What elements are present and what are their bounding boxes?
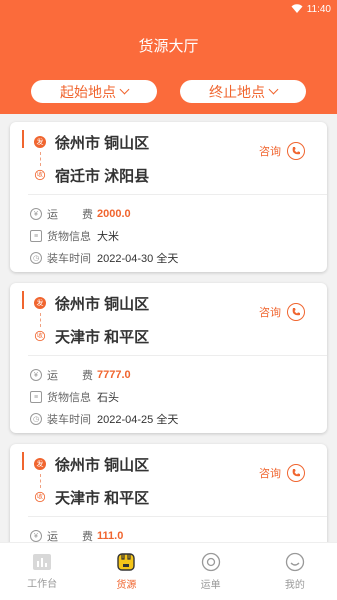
- tab-cargo[interactable]: 货源: [84, 543, 168, 600]
- profile-icon: [285, 552, 305, 572]
- filter-bar: 起始地点 终止地点: [0, 80, 337, 103]
- route: 发 徐州市 铜山区 收 天津市 和平区: [34, 293, 149, 346]
- card-info: ¥ 运费 7777.0 ≡ 货物信息 石头 ◷ 装车时间 2022-04-25 …: [30, 364, 178, 430]
- consult-button[interactable]: 咨询: [259, 142, 305, 160]
- fee-label: 运费: [47, 370, 93, 382]
- tab-profile[interactable]: 我的: [253, 543, 337, 600]
- destination-filter-button[interactable]: 终止地点: [180, 80, 306, 103]
- fee-row: ¥ 运费 7777.0: [30, 364, 178, 386]
- destination-place: 宿迁市 沭阳县: [55, 167, 150, 185]
- origin-filter-button[interactable]: 起始地点: [31, 80, 157, 103]
- route: 发 徐州市 铜山区 收 宿迁市 沭阳县: [34, 132, 149, 185]
- origin-badge: 发: [34, 458, 46, 470]
- yuan-icon: ¥: [30, 208, 42, 220]
- cargo-card[interactable]: 发 徐州市 铜山区 收 天津市 和平区 咨询 ¥ 运费 7777.0 ≡ 货物信…: [10, 283, 327, 433]
- origin-place: 徐州市 铜山区: [55, 295, 150, 313]
- card-divider: [28, 355, 327, 356]
- destination-badge: 收: [34, 169, 46, 181]
- document-icon: ≡: [30, 391, 42, 403]
- destination-place: 天津市 和平区: [55, 328, 150, 346]
- fee-label: 运费: [47, 209, 93, 221]
- destination-filter-label: 终止地点: [209, 83, 265, 100]
- chevron-down-icon: [119, 84, 130, 95]
- consult-label: 咨询: [259, 468, 281, 480]
- cargo-icon: [117, 553, 136, 571]
- destination-badge: 收: [34, 491, 46, 503]
- card-info: ¥ 运费 2000.0 ≡ 货物信息 大米 ◷ 装车时间 2022-04-30 …: [30, 203, 178, 269]
- phone-icon: [287, 464, 305, 482]
- page-title: 货源大厅: [138, 38, 199, 55]
- card-accent-bar: [22, 452, 24, 470]
- consult-button[interactable]: 咨询: [259, 303, 305, 321]
- goods-row: ≡ 货物信息 石头: [30, 386, 178, 408]
- yuan-icon: ¥: [30, 530, 42, 542]
- waybill-icon: [201, 552, 220, 572]
- origin-place: 徐州市 铜山区: [55, 456, 150, 474]
- time-value: 2022-04-25 全天: [97, 414, 179, 426]
- goods-row: ≡ 货物信息 大米: [30, 225, 178, 247]
- fee-value: 111.0: [97, 530, 124, 542]
- card-accent-bar: [22, 130, 24, 148]
- destination-stop: 收 宿迁市 沭阳县: [34, 165, 149, 185]
- tab-waybill[interactable]: 运单: [169, 543, 253, 600]
- tab-workbench[interactable]: 工作台: [0, 543, 84, 600]
- origin-stop: 发 徐州市 铜山区: [34, 454, 149, 474]
- origin-badge: 发: [34, 136, 46, 148]
- time-label: 装车时间: [47, 414, 91, 426]
- goods-value: 大米: [97, 231, 119, 243]
- route: 发 徐州市 铜山区 收 天津市 和平区: [34, 454, 149, 507]
- origin-filter-label: 起始地点: [60, 83, 116, 100]
- clock-icon: ◷: [30, 413, 42, 425]
- cargo-card[interactable]: 发 徐州市 铜山区 收 宿迁市 沭阳县 咨询 ¥ 运费 2000.0 ≡ 货物信…: [10, 122, 327, 272]
- header: 货源大厅 起始地点 终止地点: [0, 18, 337, 114]
- card-divider: [28, 194, 327, 195]
- cargo-list: 发 徐州市 铜山区 收 宿迁市 沭阳县 咨询 ¥ 运费 2000.0 ≡ 货物信…: [10, 122, 327, 600]
- consult-label: 咨询: [259, 307, 281, 319]
- document-icon: ≡: [30, 230, 42, 242]
- destination-badge: 收: [34, 330, 46, 342]
- consult-button[interactable]: 咨询: [259, 464, 305, 482]
- origin-stop: 发 徐州市 铜山区: [34, 293, 149, 313]
- time-value: 2022-04-30 全天: [97, 253, 179, 265]
- destination-stop: 收 天津市 和平区: [34, 326, 149, 346]
- fee-value: 7777.0: [97, 369, 131, 381]
- phone-icon: [287, 142, 305, 160]
- tab-profile-label: 我的: [284, 580, 305, 591]
- route-connector: [39, 152, 41, 166]
- consult-label: 咨询: [259, 146, 281, 158]
- time-label: 装车时间: [47, 253, 91, 265]
- fee-value: 2000.0: [97, 208, 131, 220]
- status-time: 11:40: [306, 3, 331, 15]
- tab-waybill-label: 运单: [200, 580, 221, 591]
- fee-row: ¥ 运费 2000.0: [30, 203, 178, 225]
- origin-stop: 发 徐州市 铜山区: [34, 132, 149, 152]
- phone-icon: [287, 303, 305, 321]
- route-connector: [39, 313, 41, 327]
- status-bar: 11:40: [0, 0, 337, 18]
- goods-label: 货物信息: [47, 231, 91, 243]
- card-accent-bar: [22, 291, 24, 309]
- card-divider: [28, 516, 327, 517]
- origin-place: 徐州市 铜山区: [55, 134, 150, 152]
- tab-cargo-label: 货源: [116, 580, 137, 591]
- route-connector: [39, 474, 41, 488]
- destination-place: 天津市 和平区: [55, 489, 150, 507]
- yuan-icon: ¥: [30, 369, 42, 381]
- workbench-icon: [33, 554, 52, 570]
- goods-value: 石头: [97, 392, 119, 404]
- tab-workbench-label: 工作台: [27, 579, 58, 590]
- time-row: ◷ 装车时间 2022-04-30 全天: [30, 247, 178, 269]
- wifi-icon: [291, 4, 303, 13]
- time-row: ◷ 装车时间 2022-04-25 全天: [30, 408, 178, 430]
- clock-icon: ◷: [30, 252, 42, 264]
- destination-stop: 收 天津市 和平区: [34, 487, 149, 507]
- chevron-down-icon: [268, 84, 279, 95]
- bottom-tab-bar: 工作台 货源 运单 我的: [0, 542, 337, 600]
- goods-label: 货物信息: [47, 392, 91, 404]
- origin-badge: 发: [34, 297, 46, 309]
